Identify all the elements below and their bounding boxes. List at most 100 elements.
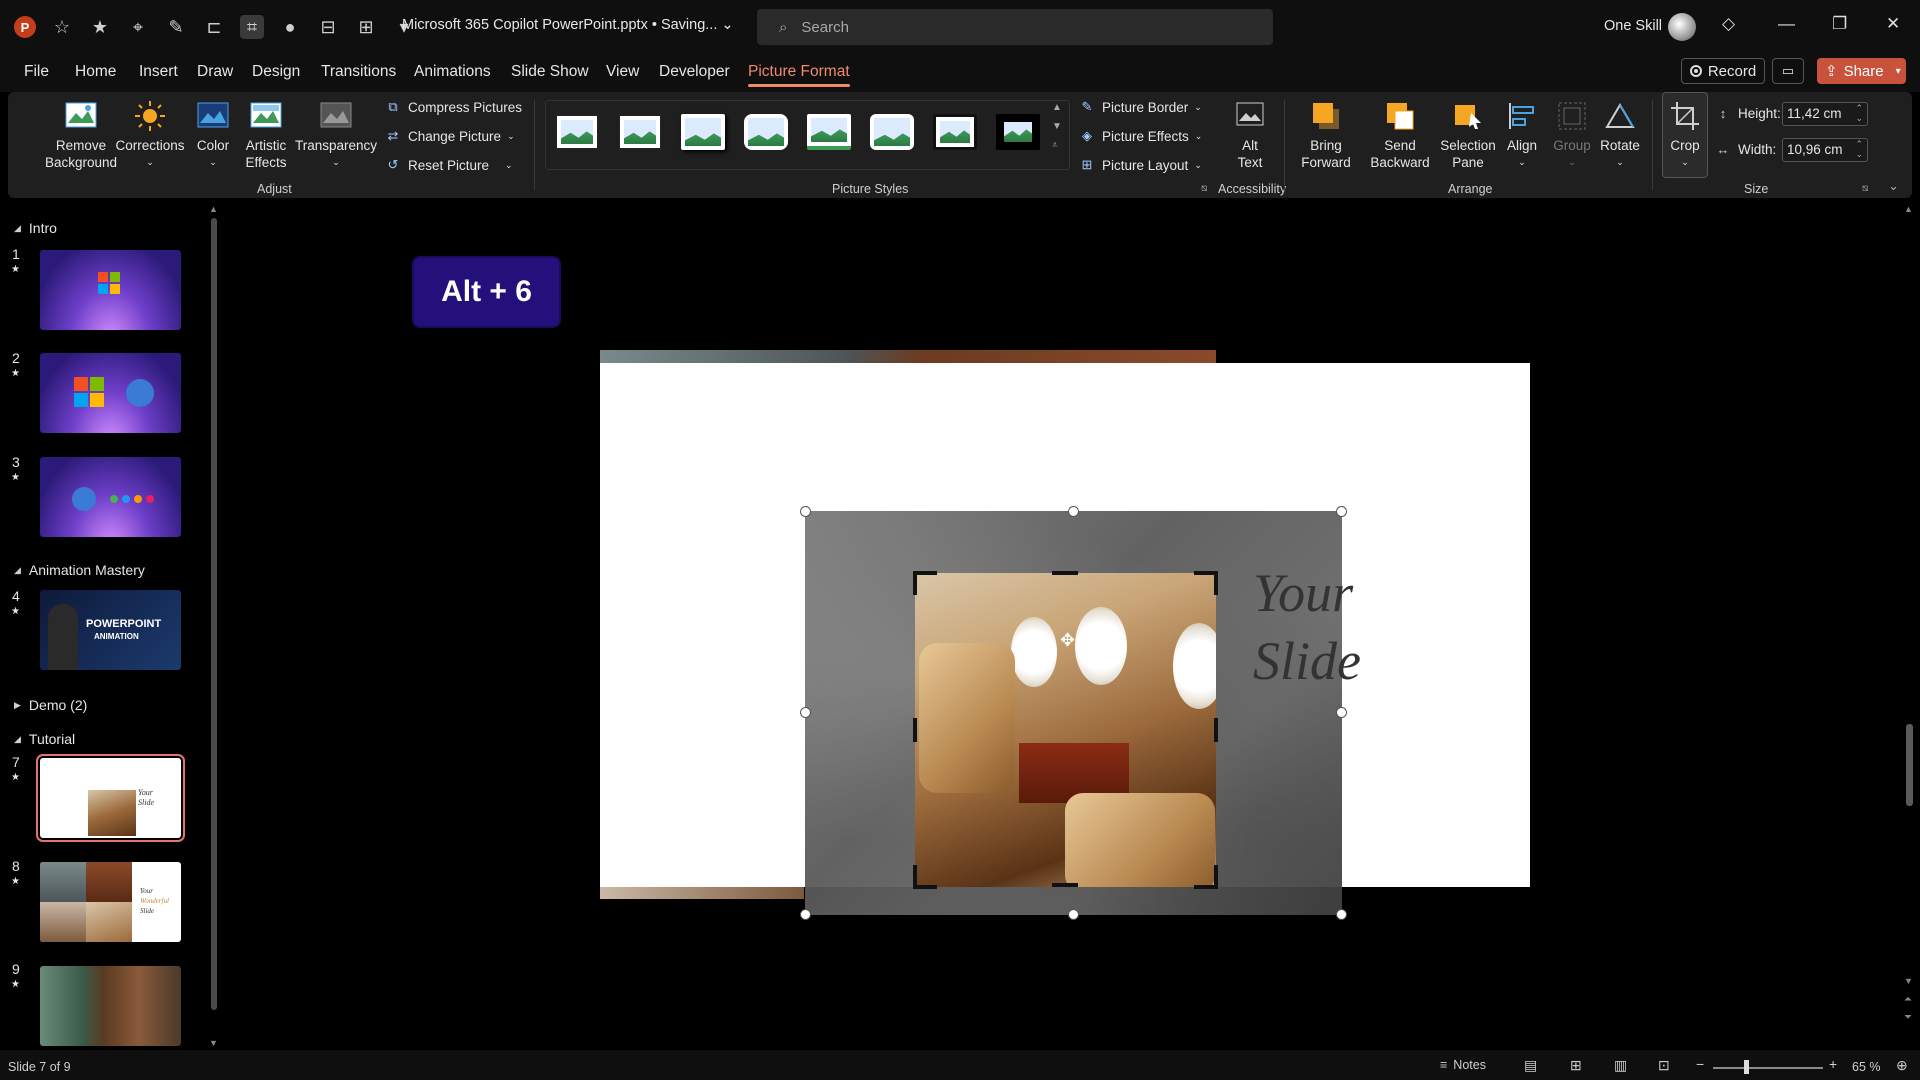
remove-background-button[interactable]: Remove Background: [40, 98, 122, 171]
avatar[interactable]: [1668, 13, 1696, 41]
target-icon[interactable]: ⌖: [126, 15, 150, 39]
crop-handle-bottom-right[interactable]: [1194, 865, 1218, 889]
align-button[interactable]: Align ⌄: [1500, 98, 1544, 171]
zoom-level[interactable]: 65 %: [1852, 1060, 1881, 1074]
height-input[interactable]: 11,42 cm ⌃ ⌄: [1782, 102, 1868, 126]
color-button[interactable]: Color ⌄: [190, 98, 236, 171]
tab-view[interactable]: View: [606, 63, 639, 81]
notes-button[interactable]: ≡ Notes: [1440, 1058, 1486, 1072]
close-icon[interactable]: ✕: [1886, 14, 1900, 34]
slide-counter[interactable]: Slide 7 of 9: [8, 1060, 71, 1074]
section-demo[interactable]: ▶ Demo (2): [14, 697, 87, 713]
picture-style-8[interactable]: [996, 114, 1040, 150]
search-input[interactable]: ⌕ Search: [757, 9, 1273, 45]
next-slide-icon[interactable]: ⏷: [1904, 1012, 1912, 1023]
scroll-up-icon[interactable]: ▲: [1904, 204, 1913, 214]
align-icon[interactable]: ⊟: [316, 15, 340, 39]
slide-thumbnail-1[interactable]: [40, 250, 181, 330]
bring-forward-button[interactable]: Bring Forward: [1292, 98, 1360, 171]
crop-qat-icon[interactable]: ⌗: [240, 15, 264, 39]
picture-style-6[interactable]: [870, 114, 914, 150]
slide-thumbnail-7[interactable]: Your Slide: [36, 754, 185, 842]
resize-handle[interactable]: [1336, 707, 1347, 718]
slide-sorter-icon[interactable]: ⊞: [1570, 1057, 1582, 1074]
send-backward-button[interactable]: Send Backward: [1364, 98, 1436, 171]
zoom-out-icon[interactable]: −: [1696, 1056, 1704, 1072]
distribute-icon[interactable]: ⊞: [354, 15, 378, 39]
picture-style-4[interactable]: [744, 114, 788, 150]
crop-handle-top-left[interactable]: [913, 571, 937, 595]
zoom-in-icon[interactable]: +: [1829, 1056, 1837, 1072]
alt-text-button[interactable]: Alt Text: [1228, 98, 1272, 171]
diamond-icon[interactable]: ◇: [1722, 14, 1735, 34]
slide-thumbnail-8[interactable]: Your Wonderful Slide: [40, 862, 181, 942]
transparency-button[interactable]: Transparency ⌄: [295, 98, 377, 171]
tab-developer[interactable]: Developer: [659, 63, 730, 81]
chevron-up-icon[interactable]: ▲: [1052, 102, 1062, 113]
picture-border-button[interactable]: ✎ Picture Border ⌄: [1078, 98, 1202, 116]
compress-pictures-button[interactable]: ⧉ Compress Pictures: [384, 98, 522, 116]
scroll-down-icon[interactable]: ▼: [1904, 976, 1913, 986]
scroll-down-icon[interactable]: ▼: [209, 1038, 218, 1048]
slide-thumbnail-9[interactable]: [40, 966, 181, 1046]
fill-icon[interactable]: ●: [278, 15, 302, 39]
resize-handle[interactable]: [1068, 506, 1079, 517]
corrections-button[interactable]: Corrections ⌄: [112, 98, 188, 171]
crop-handle-top[interactable]: [1052, 571, 1078, 575]
resize-handle[interactable]: [1068, 909, 1079, 920]
share-button[interactable]: ⇪ Share ▾: [1817, 58, 1906, 84]
tab-home[interactable]: Home: [75, 63, 116, 81]
slide-text-slide[interactable]: Slide: [1253, 628, 1361, 694]
slide-text-your[interactable]: Your: [1253, 560, 1353, 626]
crop-handle-bottom-left[interactable]: [913, 865, 937, 889]
tab-transitions[interactable]: Transitions: [321, 63, 396, 81]
crop-button-content[interactable]: Crop ⌄: [1662, 98, 1708, 171]
picture-layout-button[interactable]: ⊞ Picture Layout ⌄: [1078, 156, 1202, 174]
slideshow-icon[interactable]: ⊡: [1658, 1057, 1670, 1074]
zoom-slider[interactable]: [1713, 1067, 1823, 1069]
minimize-icon[interactable]: —: [1778, 14, 1795, 34]
tab-slide-show[interactable]: Slide Show: [511, 63, 589, 81]
section-tutorial[interactable]: ◢ Tutorial: [14, 731, 75, 747]
picture-style-2[interactable]: [618, 114, 662, 150]
tab-design[interactable]: Design: [252, 63, 300, 81]
spinner-arrows-icon[interactable]: ⌃ ⌄: [1855, 139, 1863, 159]
change-picture-button[interactable]: ⇄ Change Picture ⌄: [384, 127, 515, 145]
resize-handle[interactable]: [1336, 909, 1347, 920]
comments-button[interactable]: ▭: [1772, 58, 1804, 84]
reset-picture-button[interactable]: ↺ Reset Picture ⌄: [384, 156, 513, 174]
picture-style-1[interactable]: [555, 114, 599, 150]
artistic-effects-button[interactable]: Artistic Effects: [240, 98, 292, 171]
document-title[interactable]: Microsoft 365 Copilot PowerPoint.pptx • …: [402, 17, 734, 33]
selection-pane-button[interactable]: Selection Pane: [1438, 98, 1498, 171]
restore-icon[interactable]: ❐: [1832, 14, 1847, 34]
crop-handle-right[interactable]: [1214, 718, 1218, 742]
scroll-up-icon[interactable]: ▲: [209, 204, 218, 214]
slide-thumbnail-3[interactable]: [40, 457, 181, 537]
section-animation-mastery[interactable]: ◢ Animation Mastery: [14, 562, 145, 578]
width-input[interactable]: 10,96 cm ⌃ ⌄: [1782, 138, 1868, 162]
slide-thumbnail-4[interactable]: POWERPOINT ANIMATION: [40, 590, 181, 670]
record-button[interactable]: Record: [1681, 58, 1765, 84]
star-outline-icon[interactable]: ☆: [50, 15, 74, 39]
resize-handle[interactable]: [800, 506, 811, 517]
rotate-button[interactable]: Rotate ⌄: [1596, 98, 1644, 171]
picture-style-3[interactable]: [681, 114, 725, 150]
dialog-launcher-icon[interactable]: ⧅: [1862, 183, 1868, 194]
canvas-scrollbar[interactable]: [1906, 724, 1913, 806]
crop-handle-left[interactable]: [913, 718, 917, 742]
spinner-arrows-icon[interactable]: ⌃ ⌄: [1855, 103, 1863, 123]
previous-slide-icon[interactable]: ⏶: [1904, 994, 1912, 1005]
more-icon[interactable]: ⩡: [1052, 140, 1062, 151]
tab-animations[interactable]: Animations: [414, 63, 491, 81]
user-name[interactable]: One Skill: [1604, 18, 1662, 34]
shapes-icon[interactable]: ⊏: [202, 15, 226, 39]
resize-handle[interactable]: [1336, 506, 1347, 517]
tab-insert[interactable]: Insert: [139, 63, 178, 81]
pen-icon[interactable]: ✎: [164, 15, 188, 39]
picture-effects-button[interactable]: ◈ Picture Effects ⌄: [1078, 127, 1202, 145]
crop-handle-top-right[interactable]: [1194, 571, 1218, 595]
fit-to-window-icon[interactable]: ⊕: [1896, 1057, 1908, 1074]
reading-view-icon[interactable]: ▥: [1614, 1057, 1627, 1074]
picture-style-5[interactable]: [807, 114, 851, 150]
